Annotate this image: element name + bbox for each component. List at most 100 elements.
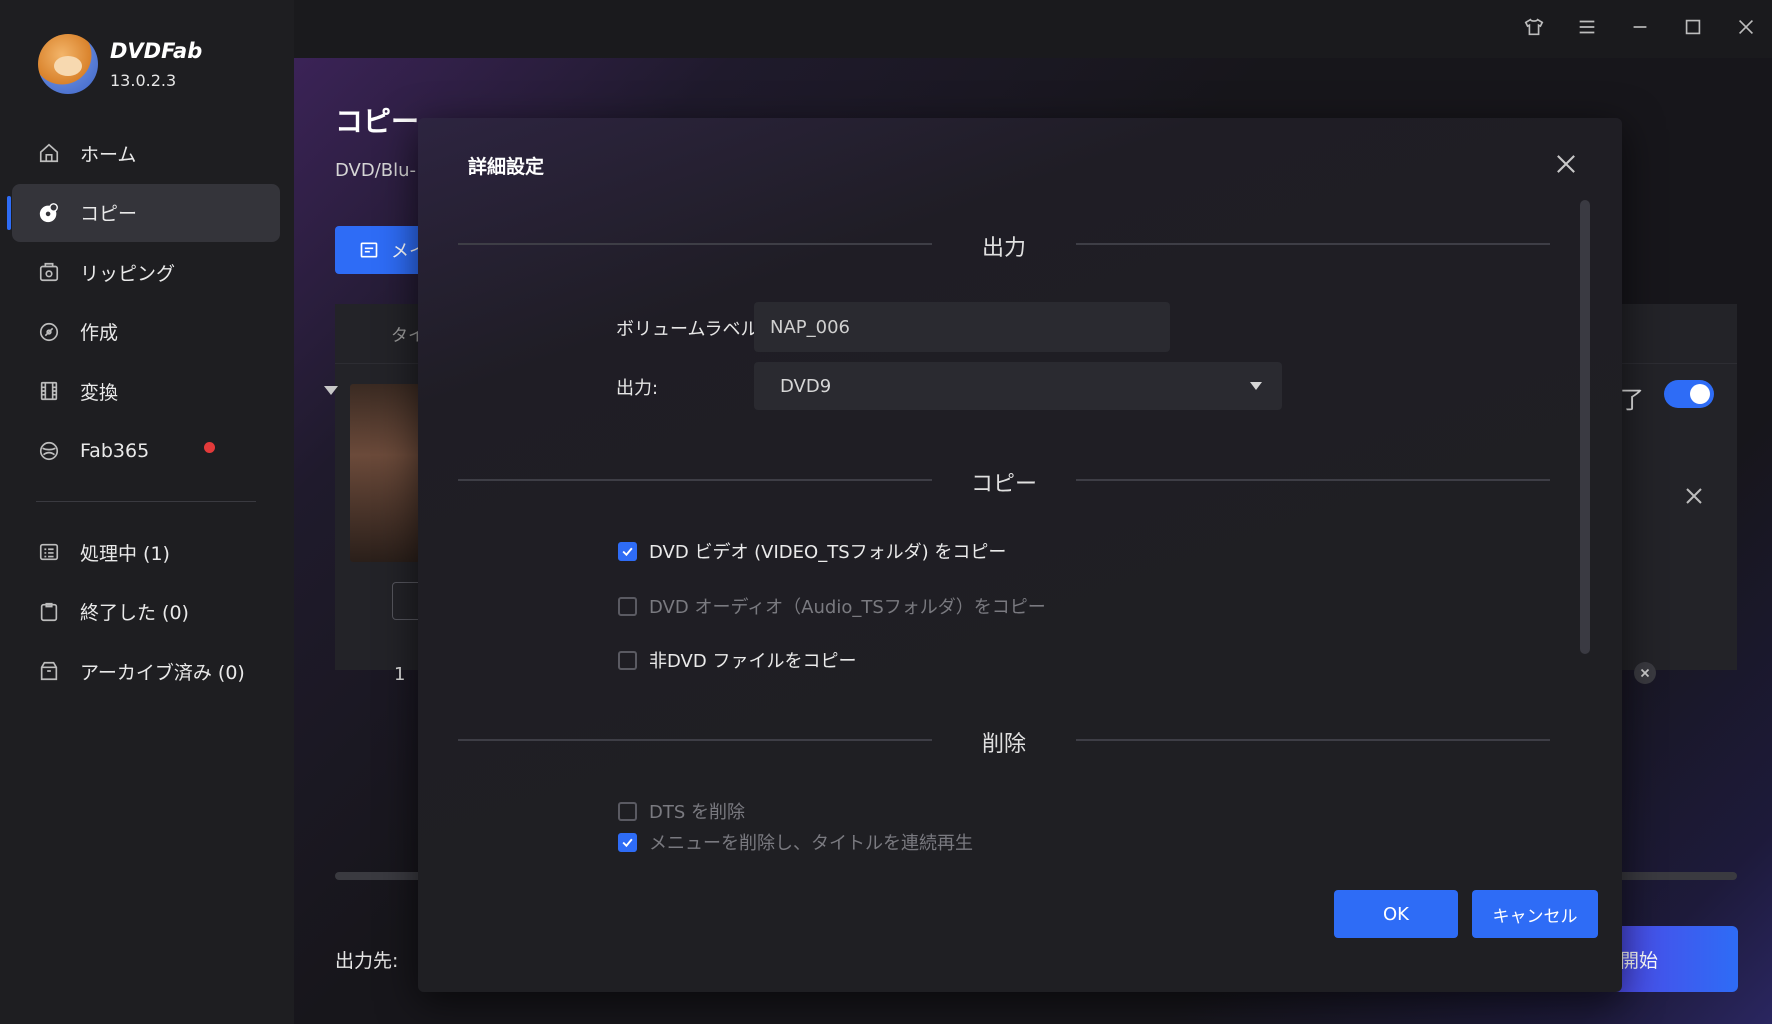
- ok-button[interactable]: OK: [1334, 890, 1458, 938]
- cancel-button[interactable]: キャンセル: [1472, 890, 1598, 938]
- toggle-switch[interactable]: [1664, 380, 1714, 408]
- sidebar-item-label: リッピング: [80, 262, 176, 285]
- copy-dvd-audio-option[interactable]: DVD オーディオ（Audio_TSフォルダ）をコピー: [618, 593, 1046, 619]
- sidebar-item-converter[interactable]: 変換: [12, 362, 280, 420]
- output-format-value: DVD9: [780, 375, 832, 397]
- option-label: メニューを削除し、タイトルを連続再生: [649, 833, 973, 854]
- advanced-settings-dialog: 詳細設定 出力 ボリュームラベル: NAP_006 出力: DVD9 コピー D…: [418, 118, 1622, 992]
- section-remove: 削除: [458, 720, 1550, 760]
- dialog-scrollbar[interactable]: [1580, 200, 1590, 654]
- sidebar-item-ripper[interactable]: リッピング: [12, 243, 280, 301]
- film-icon: [38, 380, 60, 402]
- menu-square-icon: [360, 242, 378, 258]
- check-icon: [622, 547, 633, 556]
- brand-name: DVDFab: [110, 38, 203, 63]
- disc-copy-icon: [38, 202, 60, 224]
- remove-menu-option[interactable]: メニューを削除し、タイトルを連続再生: [618, 829, 973, 855]
- copy-non-dvd-files-option[interactable]: 非DVD ファイルをコピー: [618, 647, 856, 673]
- ripper-icon: [38, 261, 60, 283]
- sidebar-item-copy[interactable]: コピー: [7, 183, 280, 242]
- option-label: 非DVD ファイルをコピー: [649, 651, 857, 672]
- chevron-down-icon: [1250, 382, 1262, 390]
- app-version: 13.0.2.3: [110, 70, 177, 90]
- sidebar-item-finished[interactable]: 終了した (0): [12, 583, 280, 641]
- close-icon: [1686, 488, 1702, 504]
- brand-block: DVDFab 13.0.2.3: [110, 39, 202, 90]
- dvdfab-logo-icon: [38, 34, 98, 94]
- close-icon: [1557, 155, 1575, 173]
- sidebar: DVDFab 13.0.2.3 ホーム コピー リッピング 作成 変換 Fab3…: [0, 0, 294, 1024]
- divider: [1076, 479, 1550, 481]
- checkbox-checked[interactable]: [618, 541, 637, 561]
- shirt-icon: [1524, 18, 1543, 36]
- app-logo: DVDFab 13.0.2.3: [38, 34, 202, 94]
- sidebar-item-processing[interactable]: 処理中 (1): [12, 523, 280, 581]
- sidebar-item-label: 終了した (0): [80, 602, 189, 624]
- divider: [1076, 739, 1550, 741]
- row-number: 1: [394, 664, 406, 685]
- queue-nav: 処理中 (1) 終了した (0) アーカイブ済み (0): [12, 523, 280, 702]
- dialog-close-button[interactable]: [1552, 150, 1580, 178]
- window-controls: [1507, 8, 1772, 46]
- hamburger-menu-icon: [1579, 20, 1594, 34]
- sidebar-item-label: 処理中 (1): [80, 542, 170, 565]
- copy-dvd-video-option[interactable]: DVD ビデオ (VIDEO_TSフォルダ) をコピー: [618, 538, 1006, 564]
- page-subtitle: DVD/Blu-: [335, 160, 417, 181]
- checkbox-unchecked[interactable]: [618, 596, 637, 616]
- section-title: 出力: [981, 236, 1026, 261]
- title-bar: [294, 0, 1772, 58]
- divider: [458, 739, 932, 741]
- sidebar-divider: [36, 501, 256, 502]
- sidebar-item-home[interactable]: ホーム: [12, 124, 280, 182]
- dialog-title: 詳細設定: [468, 156, 545, 178]
- sidebar-item-fab365[interactable]: Fab365: [12, 422, 280, 480]
- remove-dts-option[interactable]: DTS を削除: [618, 798, 745, 824]
- movie-thumbnail: [350, 384, 420, 562]
- close-icon: [1738, 19, 1753, 35]
- main-nav: ホーム コピー リッピング 作成 変換 Fab365: [7, 124, 280, 481]
- page-title: コピー: [335, 105, 420, 138]
- section-title: 削除: [981, 732, 1026, 757]
- option-label: DVD オーディオ（Audio_TSフォルダ）をコピー: [649, 597, 1046, 618]
- notification-dot: [204, 441, 215, 453]
- check-icon: [622, 838, 633, 847]
- menu-button[interactable]: [1560, 8, 1613, 46]
- maximize-button[interactable]: [1666, 8, 1719, 46]
- maximize-icon: [1685, 19, 1700, 35]
- sidebar-item-label: アーカイブ済み (0): [80, 661, 245, 684]
- clear-button[interactable]: [1634, 662, 1656, 684]
- expand-arrow-icon[interactable]: [324, 386, 338, 395]
- divider: [458, 243, 932, 245]
- option-label: DVD ビデオ (VIDEO_TSフォルダ) をコピー: [649, 542, 1007, 563]
- creator-icon: [38, 321, 60, 343]
- sidebar-item-creator[interactable]: 作成: [12, 303, 280, 361]
- close-icon: [1640, 668, 1650, 678]
- output-destination-label: 出力先:: [335, 950, 399, 972]
- option-label: DTS を削除: [649, 802, 746, 823]
- skin-button[interactable]: [1507, 8, 1560, 46]
- section-output: 出力: [458, 224, 1550, 264]
- checkbox-unchecked[interactable]: [618, 801, 637, 821]
- sidebar-item-label: コピー: [80, 203, 138, 225]
- sidebar-item-archived[interactable]: アーカイブ済み (0): [12, 642, 280, 700]
- clipboard-icon: [38, 601, 60, 623]
- volume-label-label: ボリュームラベル:: [616, 319, 765, 340]
- minimize-button[interactable]: [1613, 8, 1666, 46]
- list-icon: [38, 541, 60, 563]
- archive-icon: [38, 660, 60, 682]
- minimize-icon: [1633, 26, 1646, 28]
- checkbox-checked[interactable]: [618, 832, 637, 852]
- remove-item-button[interactable]: [1682, 484, 1706, 512]
- sidebar-item-label: 変換: [80, 381, 119, 404]
- sidebar-item-label: ホーム: [80, 143, 137, 166]
- volume-label-value: NAP_006: [770, 316, 850, 338]
- output-format-select[interactable]: DVD9: [754, 362, 1282, 410]
- fab365-icon: [38, 440, 60, 462]
- checkbox-unchecked[interactable]: [618, 650, 637, 670]
- volume-label-input[interactable]: NAP_006: [754, 302, 1170, 352]
- sidebar-item-label: 作成: [80, 322, 119, 344]
- output-label: 出力:: [616, 378, 659, 399]
- toggle-label: 了: [1620, 386, 1644, 414]
- close-window-button[interactable]: [1719, 8, 1772, 46]
- divider: [458, 479, 932, 481]
